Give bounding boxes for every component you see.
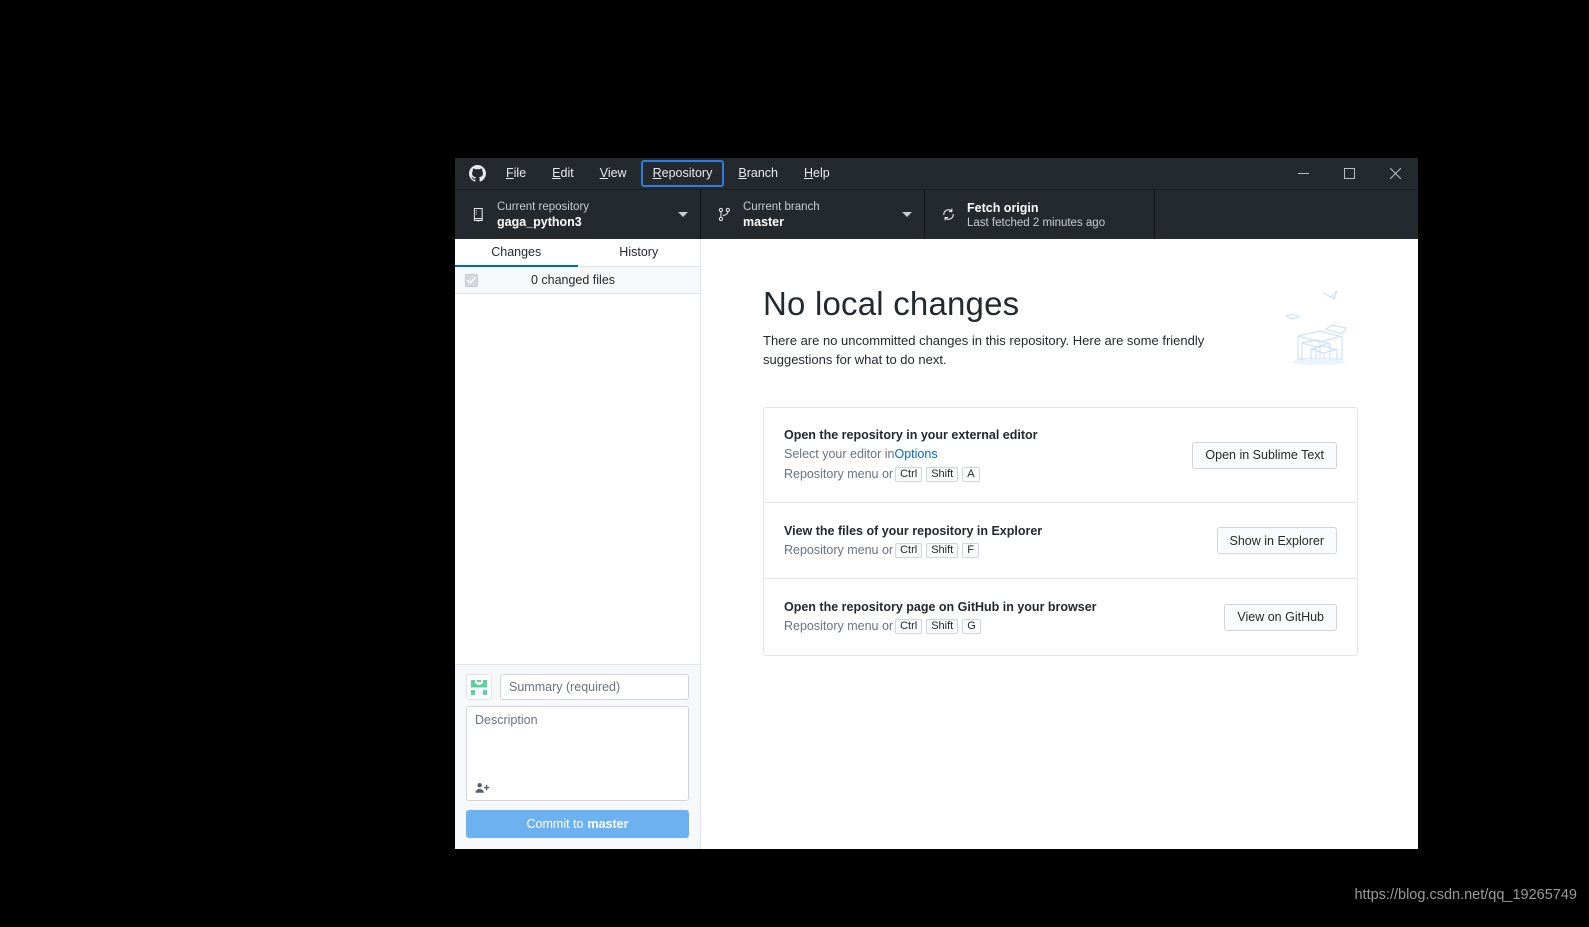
changed-files-bar: 0 changed files	[455, 267, 700, 294]
chevron-down-icon	[678, 212, 688, 217]
add-coauthor-icon[interactable]	[473, 781, 491, 795]
commit-summary-row	[466, 674, 689, 700]
options-link[interactable]: Options	[894, 445, 937, 464]
suggestion-text: Open the repository page on GitHub in yo…	[784, 598, 1206, 636]
repo-icon	[467, 207, 489, 222]
tab-changes[interactable]: Changes	[455, 239, 578, 267]
screen-root: File Edit View Repository Branch Help	[0, 0, 1589, 927]
commit-description-wrap	[466, 706, 689, 801]
commit-to-branch-button[interactable]: Commit to master	[466, 810, 689, 838]
current-branch-label: Current branch	[743, 200, 894, 214]
suggestion-view-on-github: Open the repository page on GitHub in yo…	[764, 579, 1357, 655]
main-toolbar: Current repository gaga_python3 C	[455, 189, 1418, 239]
suggestion-show-in-explorer: View the files of your repository in Exp…	[764, 503, 1357, 579]
title-menu-bar: File Edit View Repository Branch Help	[455, 158, 1418, 189]
menu-item-branch[interactable]: Branch	[727, 161, 789, 186]
page-title: No local changes	[763, 284, 1358, 324]
current-repository-button[interactable]: Current repository gaga_python3	[455, 190, 701, 239]
identicon-avatar	[466, 674, 492, 700]
commit-summary-input[interactable]	[500, 674, 689, 700]
sidebar-tabs: Changes History	[455, 239, 700, 267]
fetch-origin-button[interactable]: Fetch origin Last fetched 2 minutes ago	[925, 190, 1155, 239]
kbd-ctrl: Ctrl	[895, 619, 922, 634]
fetch-origin-text: Fetch origin Last fetched 2 minutes ago	[967, 200, 1142, 230]
commit-description-input[interactable]	[467, 707, 688, 800]
suggestion-menu-prefix: Repository menu or	[784, 617, 893, 636]
tab-history[interactable]: History	[578, 239, 701, 267]
commit-form: Commit to master	[455, 664, 700, 849]
select-all-checkbox[interactable]	[465, 274, 478, 287]
git-branch-icon	[713, 207, 735, 222]
suggestion-menu-prefix: Repository menu or	[784, 465, 893, 484]
suggestion-open-external-editor: Open the repository in your external edi…	[764, 408, 1357, 503]
menu-accel-file: F	[506, 166, 514, 180]
menu-item-help[interactable]: Help	[793, 161, 841, 186]
view-on-github-button[interactable]: View on GitHub	[1224, 604, 1337, 631]
commit-button-branch: master	[587, 817, 628, 831]
menu-item-edit[interactable]: Edit	[541, 161, 585, 186]
fetch-origin-title: Fetch origin	[967, 200, 1142, 216]
watermark: https://blog.csdn.net/qq_19265749	[1354, 887, 1577, 903]
kbd-g: G	[962, 619, 981, 634]
sync-icon	[937, 207, 959, 222]
suggestion-select-editor-line: Select your editor in Options	[784, 445, 1174, 464]
current-repository-label: Current repository	[497, 200, 670, 214]
minimize-icon[interactable]	[1280, 158, 1326, 189]
suggestion-title: View the files of your repository in Exp…	[784, 522, 1199, 540]
sidebar: Changes History 0 changed files	[455, 239, 701, 849]
open-in-sublime-text-button[interactable]: Open in Sublime Text	[1192, 442, 1337, 469]
changed-files-list	[455, 294, 700, 664]
menu-item-view[interactable]: View	[589, 161, 638, 186]
menu-accel-help: H	[804, 166, 813, 180]
fetch-origin-subtitle: Last fetched 2 minutes ago	[967, 216, 1142, 230]
suggestion-shortcut-line: Repository menu or Ctrl Shift A	[784, 465, 1174, 484]
kbd-shift: Shift	[926, 543, 958, 558]
suggestion-menu-prefix: Repository menu or	[784, 541, 893, 560]
main-content: No local changes There are no uncommitte…	[701, 239, 1418, 849]
commit-button-prefix: Commit to	[527, 817, 584, 831]
suggestion-title: Open the repository in your external edi…	[784, 426, 1174, 444]
kbd-a: A	[962, 467, 979, 482]
menu-items: File Edit View Repository Branch Help	[493, 158, 843, 189]
chevron-down-icon	[902, 212, 912, 217]
close-icon[interactable]	[1372, 158, 1418, 189]
github-mark-icon	[461, 165, 493, 182]
menu-accel-view: V	[600, 166, 608, 180]
github-desktop-window: File Edit View Repository Branch Help	[455, 158, 1418, 849]
toolbar-spacer	[1155, 190, 1418, 239]
suggestion-shortcut-line: Repository menu or Ctrl Shift G	[784, 617, 1206, 636]
current-repository-text: Current repository gaga_python3	[497, 200, 670, 230]
current-branch-text: Current branch master	[743, 200, 894, 230]
current-branch-button[interactable]: Current branch master	[701, 190, 925, 239]
kbd-shift: Shift	[926, 467, 958, 482]
window-controls	[1280, 158, 1418, 189]
current-repository-value: gaga_python3	[497, 214, 670, 230]
maximize-icon[interactable]	[1326, 158, 1372, 189]
kbd-ctrl: Ctrl	[895, 467, 922, 482]
suggestion-text: View the files of your repository in Exp…	[784, 522, 1199, 560]
page-subtitle: There are no uncommitted changes in this…	[763, 331, 1213, 369]
suggestion-select-prefix: Select your editor in	[784, 445, 894, 464]
show-in-explorer-button[interactable]: Show in Explorer	[1217, 527, 1338, 554]
kbd-f: F	[962, 543, 979, 558]
body-split: Changes History 0 changed files	[455, 239, 1418, 849]
menu-accel-edit: E	[552, 166, 560, 180]
suggestion-title: Open the repository page on GitHub in yo…	[784, 598, 1206, 616]
menu-accel-branch: B	[738, 166, 746, 180]
kbd-shift: Shift	[926, 619, 958, 634]
suggestions-list: Open the repository in your external edi…	[763, 407, 1358, 656]
menu-item-file[interactable]: File	[495, 161, 537, 186]
menu-accel-repository: R	[653, 166, 662, 180]
changed-files-count: 0 changed files	[478, 273, 668, 287]
suggestion-text: Open the repository in your external edi…	[784, 426, 1174, 484]
suggestion-shortcut-line: Repository menu or Ctrl Shift F	[784, 541, 1199, 560]
menu-item-repository[interactable]: Repository	[642, 161, 724, 186]
current-branch-value: master	[743, 214, 894, 230]
kbd-ctrl: Ctrl	[895, 543, 922, 558]
